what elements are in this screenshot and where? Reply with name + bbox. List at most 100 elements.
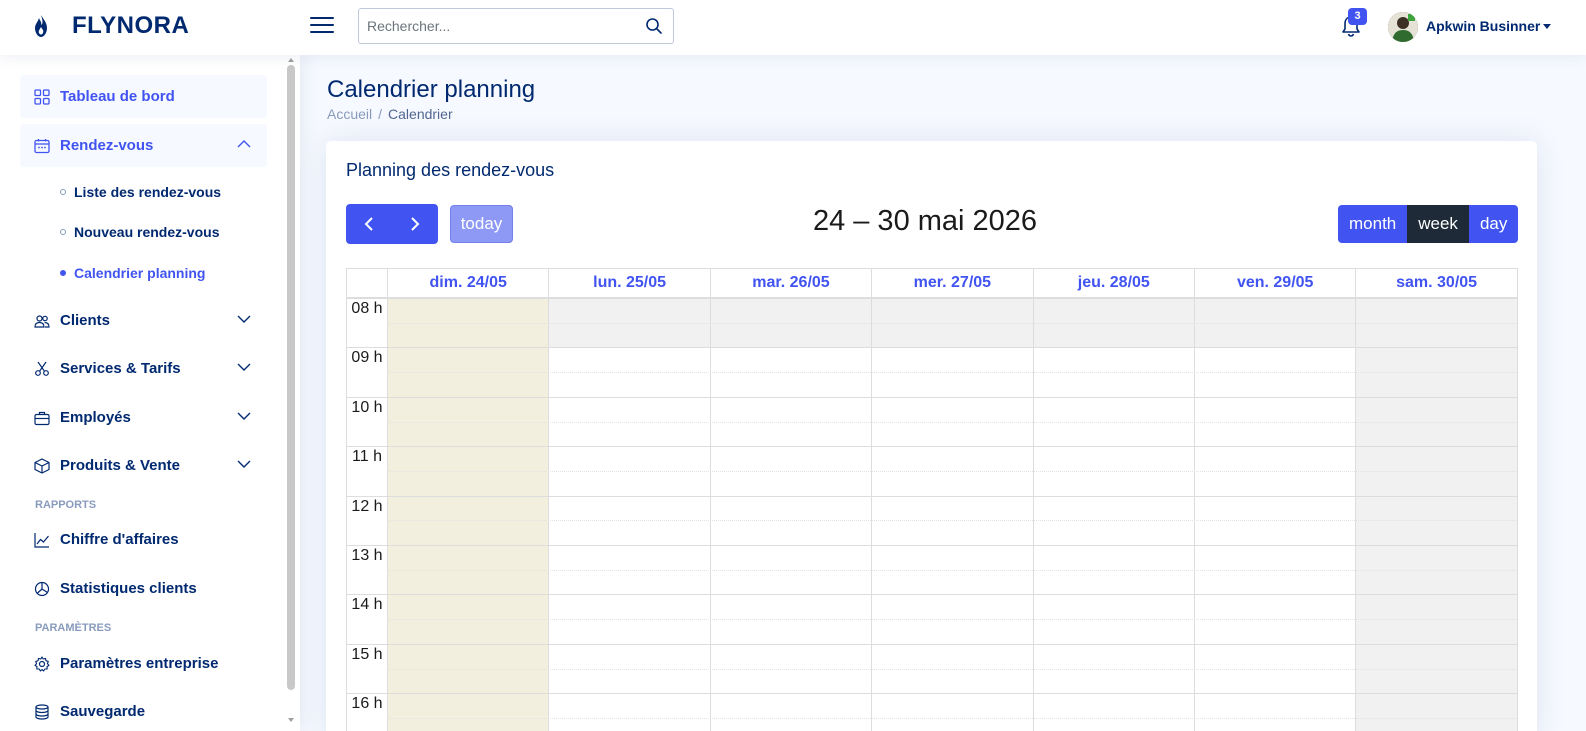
- sidebar-scrollbar[interactable]: [287, 65, 295, 690]
- search-bar: [358, 8, 674, 44]
- sidebar-item-clients[interactable]: Clients: [20, 299, 267, 342]
- day-column[interactable]: [1034, 298, 1195, 731]
- brand-logo[interactable]: FLYNORA: [32, 12, 189, 40]
- day-column-header[interactable]: mar. 26/05: [710, 269, 873, 298]
- sidebar-item-revenue[interactable]: Chiffre d'affaires: [20, 518, 267, 561]
- half-hour-line: [387, 619, 1518, 621]
- sidebar-item-label: Chiffre d'affaires: [60, 531, 179, 548]
- brand-name: FLYNORA: [72, 12, 190, 39]
- sidebar-item-appointments[interactable]: Rendez-vous: [20, 124, 267, 167]
- sidebar-item-label: Produits & Vente: [60, 457, 181, 474]
- sidebar-subitem-appointment-list[interactable]: Liste des rendez-vous: [60, 184, 221, 200]
- half-hour-line: [387, 470, 1518, 472]
- sidebar-subitem-calendar[interactable]: Calendrier planning: [60, 265, 205, 281]
- day-column-header[interactable]: mer. 27/05: [872, 269, 1034, 298]
- day-column[interactable]: [1195, 298, 1357, 731]
- hour-line: [347, 643, 1518, 645]
- box-icon: [34, 457, 50, 474]
- pie-chart-icon: [34, 581, 50, 596]
- week-grid: dim. 24/05 lun. 25/05 mar. 26/05 mer. 27/05…: [346, 268, 1518, 731]
- hour-line: [347, 594, 1518, 596]
- sidebar-item-products[interactable]: Produits & Vente: [20, 444, 267, 487]
- breadcrumb: Accueil / Calendrier: [327, 106, 453, 122]
- sidebar-heading-settings: PARAMÈTRES: [35, 622, 112, 634]
- hour-label: 12 h: [351, 497, 383, 515]
- hour-line: [347, 298, 1518, 299]
- sidebar-item-backup[interactable]: Sauvegarde: [20, 690, 267, 731]
- database-icon: [35, 703, 49, 720]
- scroll-up-arrow-icon[interactable]: [288, 58, 294, 62]
- scissors-icon: [35, 361, 49, 376]
- grid-icon: [34, 88, 50, 105]
- sidebar-toggle-icon[interactable]: [310, 14, 334, 36]
- sidebar-subitem-label: Calendrier planning: [74, 265, 206, 281]
- card-title: Planning des rendez-vous: [346, 160, 555, 180]
- sidebar-item-services[interactable]: Services & Tarifs: [20, 347, 267, 390]
- user-name[interactable]: Apkwin Businner: [1426, 18, 1540, 34]
- sidebar-item-label: Statistiques clients: [60, 580, 197, 597]
- hour-label: 13 h: [351, 547, 383, 564]
- chart-line-icon: [34, 532, 49, 548]
- breadcrumb-separator: /: [378, 106, 383, 122]
- day-column-header[interactable]: jeu. 28/05: [1033, 269, 1195, 298]
- search-icon[interactable]: [645, 17, 663, 35]
- chevron-down-icon: [237, 460, 251, 468]
- scroll-down-arrow-icon[interactable]: [288, 718, 294, 722]
- sidebar-item-label: Clients: [60, 312, 111, 329]
- chevron-up-icon: [237, 140, 251, 148]
- caret-down-icon[interactable]: [1543, 24, 1551, 29]
- sidebar-item-dashboard[interactable]: Tableau de bord: [20, 75, 267, 118]
- day-column-header[interactable]: ven. 29/05: [1195, 269, 1357, 298]
- day-column-header[interactable]: dim. 24/05: [388, 269, 550, 298]
- hour-line: [347, 495, 1518, 497]
- bullet-icon: [60, 229, 66, 235]
- sidebar-subitem-label: Nouveau rendez-vous: [74, 224, 220, 240]
- chevron-down-icon: [237, 363, 251, 371]
- page-title: Calendrier planning: [327, 76, 536, 103]
- search-input[interactable]: [359, 9, 629, 43]
- briefcase-icon: [34, 411, 50, 425]
- sidebar-heading-reports: RAPPORTS: [35, 499, 97, 511]
- sidebar-subitem-new-appointment[interactable]: Nouveau rendez-vous: [60, 224, 219, 240]
- day-column[interactable]: [1356, 298, 1518, 731]
- hour-label: 15 h: [351, 645, 383, 663]
- sidebar-item-label: Paramètres entreprise: [60, 655, 219, 672]
- today-button[interactable]: today: [450, 205, 513, 243]
- sidebar-item-label: Employés: [60, 409, 131, 426]
- sidebar-item-employees[interactable]: Employés: [20, 396, 267, 439]
- top-header: FLYNORA 3 Apkwin Businner: [0, 0, 1586, 55]
- people-icon: [34, 314, 50, 328]
- avatar[interactable]: [1388, 12, 1418, 42]
- day-column[interactable]: [711, 298, 873, 731]
- sidebar-subitem-label: Liste des rendez-vous: [74, 184, 222, 200]
- sidebar-item-label: Tableau de bord: [60, 88, 175, 105]
- sidebar-item-client-stats[interactable]: Statistiques clients: [20, 567, 267, 610]
- breadcrumb-home-link[interactable]: Accueil: [327, 106, 372, 122]
- bullet-icon: [60, 270, 66, 276]
- day-column[interactable]: [872, 298, 1034, 731]
- day-view-button[interactable]: day: [1468, 205, 1519, 243]
- sidebar-item-label: Rendez-vous: [60, 137, 154, 154]
- day-column-header[interactable]: sam. 30/05: [1356, 269, 1518, 298]
- gear-icon: [34, 655, 50, 672]
- chevron-down-icon: [237, 412, 251, 420]
- calendar-range-title: 24 – 30 mai 2026: [812, 205, 1038, 237]
- hour-label: 11 h: [352, 448, 382, 466]
- day-column[interactable]: [549, 298, 711, 731]
- day-column[interactable]: [388, 298, 550, 731]
- week-view-button[interactable]: week: [1407, 205, 1469, 243]
- hour-line: [347, 446, 1518, 448]
- notification-badge: 3: [1348, 8, 1367, 25]
- breadcrumb-current: Calendrier: [388, 106, 453, 122]
- next-week-button[interactable]: [392, 204, 438, 244]
- half-hour-line: [387, 322, 1518, 324]
- month-view-button[interactable]: month: [1338, 205, 1408, 243]
- hour-label: 10 h: [351, 398, 383, 416]
- chevron-down-icon: [237, 315, 251, 323]
- hour-line: [347, 347, 1518, 349]
- half-hour-line: [387, 520, 1518, 522]
- day-column-header[interactable]: lun. 25/05: [549, 269, 711, 298]
- sidebar-item-company-settings[interactable]: Paramètres entreprise: [20, 642, 267, 685]
- prev-week-button[interactable]: [346, 204, 392, 244]
- calendar-icon: [34, 138, 50, 153]
